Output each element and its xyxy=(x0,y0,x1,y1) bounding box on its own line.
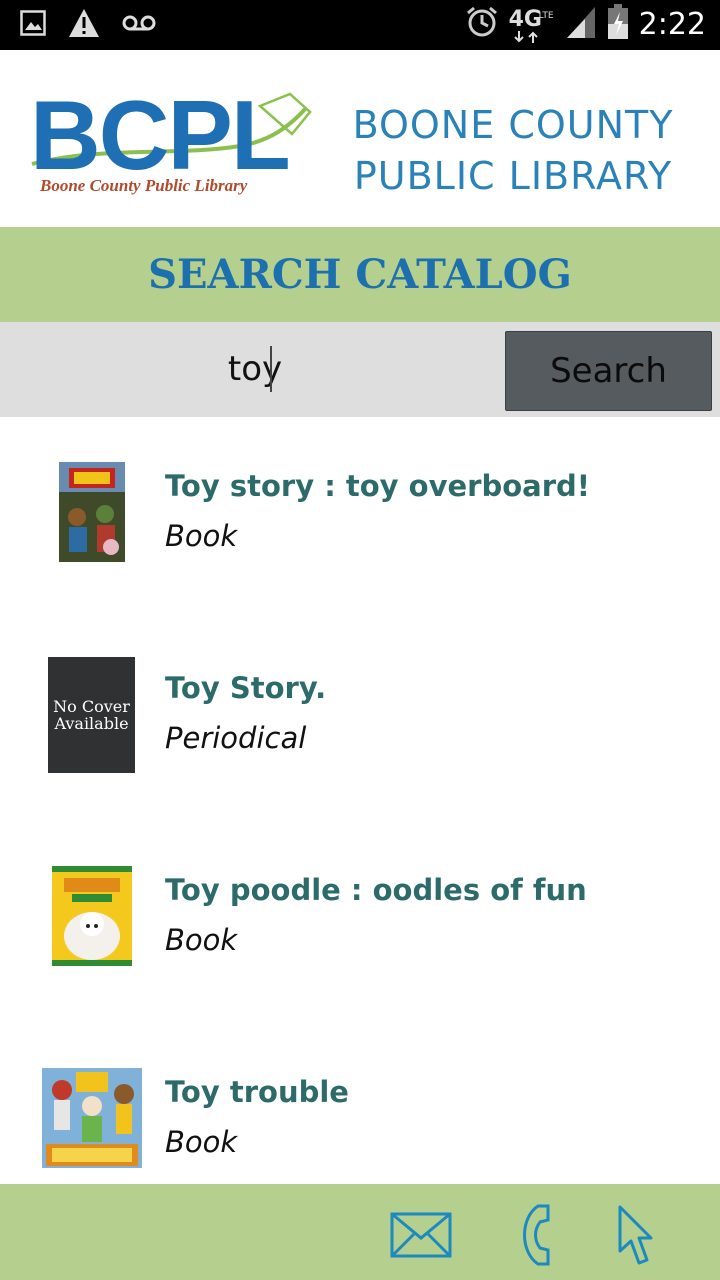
search-bar: Search xyxy=(0,322,720,417)
result-title[interactable]: Toy Story. xyxy=(165,671,326,705)
search-input[interactable] xyxy=(20,336,490,402)
result-format: Book xyxy=(165,923,238,957)
app-header: BCPL Boone County Public Library BOONE C… xyxy=(0,50,720,227)
image-icon xyxy=(20,10,46,41)
result-format: Periodical xyxy=(165,721,307,755)
cover-image-toy-story xyxy=(59,462,125,562)
title-band: SEARCH CATALOG xyxy=(0,227,720,322)
result-title[interactable]: Toy trouble xyxy=(165,1075,349,1109)
library-name: BOONE COUNTY PUBLIC LIBRARY xyxy=(343,100,683,202)
page-title: SEARCH CATALOG xyxy=(148,251,572,298)
result-item[interactable]: Toy poodle : oodles of fun Book xyxy=(0,851,720,1001)
result-title[interactable]: Toy story : toy overboard! xyxy=(165,469,590,503)
voicemail-icon xyxy=(122,13,156,38)
battery-icon xyxy=(607,4,629,45)
library-name-line1: BOONE COUNTY xyxy=(352,103,674,147)
network-indicator: 4G LTE xyxy=(509,5,555,45)
search-button[interactable]: Search xyxy=(505,331,712,411)
cursor-icon[interactable] xyxy=(617,1204,655,1271)
status-bar: 4G LTE 2:22 xyxy=(0,0,720,50)
text-caret xyxy=(270,346,272,392)
result-item[interactable]: No Cover Available Toy Story. Periodical xyxy=(0,649,720,799)
footer-bar xyxy=(0,1184,720,1280)
no-cover-text-2: Available xyxy=(54,714,129,733)
signal-icon xyxy=(565,5,597,44)
logo-tagline: Boone County Public Library xyxy=(40,176,248,195)
clock: 2:22 xyxy=(638,7,706,42)
result-title[interactable]: Toy poodle : oodles of fun xyxy=(165,873,587,907)
warning-icon xyxy=(68,8,100,43)
phone-icon[interactable] xyxy=(518,1202,552,1273)
library-name-line2: PUBLIC LIBRARY xyxy=(353,154,673,198)
logo-letters: BCPL xyxy=(30,80,291,190)
no-cover-text-1: No Cover xyxy=(53,697,130,716)
alarm-icon xyxy=(465,5,499,44)
result-item[interactable]: Toy story : toy overboard! Book xyxy=(0,447,720,597)
result-format: Book xyxy=(165,519,238,553)
result-format: Book xyxy=(165,1125,238,1159)
results-list: Toy story : toy overboard! Book No Cover… xyxy=(0,417,720,1184)
result-item[interactable]: Toy trouble Book xyxy=(0,1053,720,1184)
cover-image-toy-poodle xyxy=(52,866,132,966)
bcpl-logo[interactable]: BCPL Boone County Public Library xyxy=(30,86,320,216)
mail-icon[interactable] xyxy=(390,1212,452,1263)
cover-image-toy-trouble xyxy=(42,1068,142,1168)
no-cover-placeholder: No Cover Available xyxy=(48,657,135,773)
